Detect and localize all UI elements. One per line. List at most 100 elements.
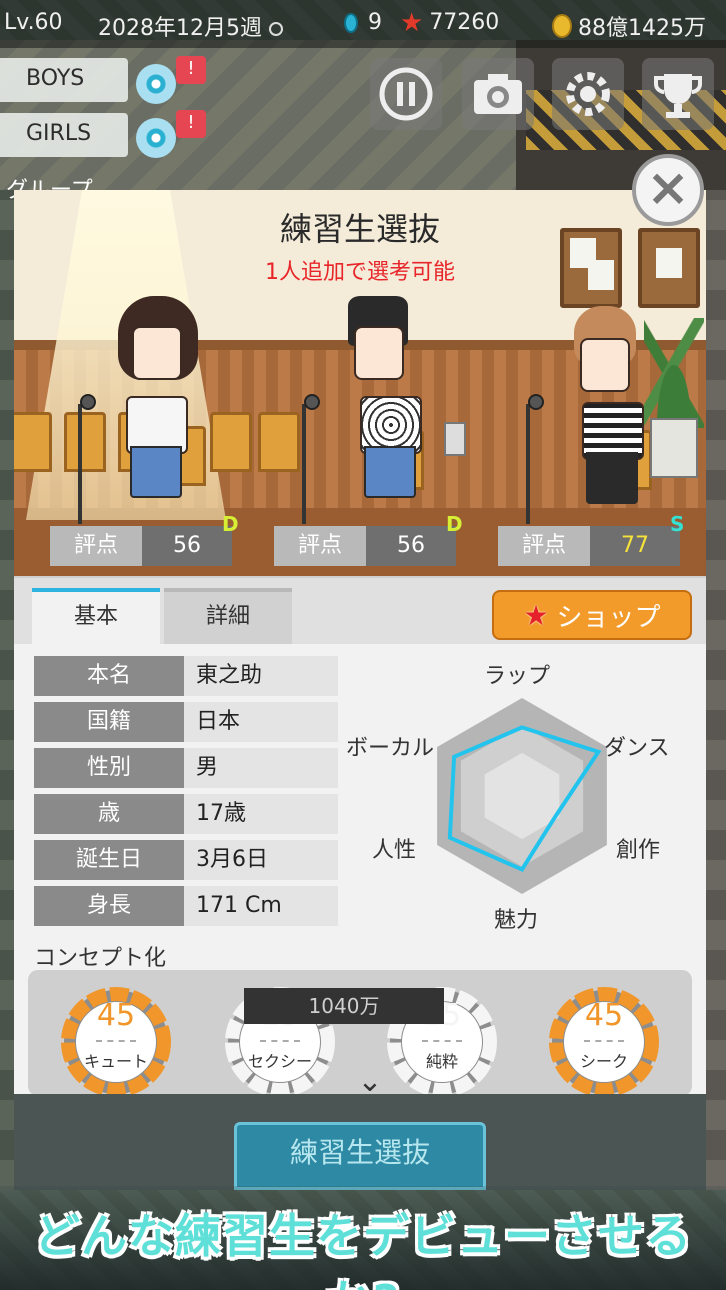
score-card-2: 評点 56 xyxy=(274,526,456,566)
info-value: 日本 xyxy=(184,702,338,742)
gold-count: 88億1425万 xyxy=(578,16,706,41)
notification-icon[interactable]: ! xyxy=(176,56,206,84)
concept-dial-chic[interactable]: 45 シーク xyxy=(542,980,666,1104)
mic-stand xyxy=(78,404,82,524)
info-row: 性別 男 xyxy=(34,748,338,788)
tab-bar: 基本 詳細 ★ ショップ xyxy=(14,576,706,646)
info-key: 国籍 xyxy=(34,702,184,742)
radar-label-human: 人性 xyxy=(372,838,417,863)
audition-stage: 練習生選抜 1人追加で選考可能 評点 56 D 評点 56 D 評点 77 S xyxy=(14,190,706,576)
microphone-icon xyxy=(528,394,544,410)
radar-label-charm: 魅力 xyxy=(494,908,539,933)
dialog-footer: 練習生選抜 xyxy=(14,1094,706,1190)
coin-icon xyxy=(552,14,572,38)
chair xyxy=(210,412,252,472)
right-edge-scenery xyxy=(704,190,726,1190)
shop-label: ショップ xyxy=(556,602,661,633)
star-icon: ★ xyxy=(400,7,424,38)
stats-radar: ラップ ダンス 創作 魅力 人性 ボーカル xyxy=(338,644,706,934)
grade-badge: D xyxy=(446,512,463,536)
corkboard-icon[interactable] xyxy=(638,228,700,308)
score-value: 77 xyxy=(590,526,680,566)
info-value: 17歳 xyxy=(184,794,338,834)
grade-badge: D xyxy=(222,512,239,536)
close-icon: × xyxy=(646,158,690,218)
side-menu-boys[interactable]: BOYS xyxy=(0,58,128,102)
info-row: 誕生日 3月6日 xyxy=(34,840,338,880)
info-key: 身長 xyxy=(34,886,184,926)
score-card-1: 評点 56 xyxy=(50,526,232,566)
gear-wrench-icon xyxy=(566,72,610,116)
shop-button[interactable]: ★ ショップ xyxy=(492,590,692,640)
radar-label-dance: ダンス xyxy=(604,736,670,761)
gem-icon xyxy=(344,12,358,33)
corkboard-icon[interactable] xyxy=(560,228,622,308)
cd-icon xyxy=(136,118,176,158)
date-text: 2028年12月5週 xyxy=(98,16,262,41)
radar-label-vocal: ボーカル xyxy=(346,736,435,761)
gold-counter: 88億1425万 xyxy=(552,10,706,42)
info-key: 誕生日 xyxy=(34,840,184,880)
camera-button[interactable] xyxy=(462,58,534,130)
info-value: 東之助 xyxy=(184,656,338,696)
chair xyxy=(14,412,52,472)
score-label: 評点 xyxy=(50,526,142,566)
dial-label: 純粋 xyxy=(425,1052,458,1071)
trophy-button[interactable] xyxy=(642,58,714,130)
info-row: 本名 東之助 xyxy=(34,656,338,696)
star-counter: ★ 77260 xyxy=(400,7,499,38)
notification-icon[interactable]: ! xyxy=(176,110,206,138)
wall-outlet xyxy=(444,422,466,456)
dial-label: シーク xyxy=(579,1052,628,1071)
tab-detail[interactable]: 詳細 xyxy=(164,588,292,646)
info-row: 歳 17歳 xyxy=(34,794,338,834)
concept-dial-cute[interactable]: 45 キュート xyxy=(54,980,178,1104)
dial-value: 45 xyxy=(584,998,624,1033)
info-value: 171 Cm xyxy=(184,886,338,926)
chair xyxy=(64,412,106,472)
settings-button[interactable] xyxy=(552,58,624,130)
level-label: Lv.60 xyxy=(4,10,63,35)
info-value: 3月6日 xyxy=(184,840,338,880)
dial-label: キュート xyxy=(83,1052,148,1071)
select-trainee-button[interactable]: 練習生選抜 xyxy=(234,1122,486,1190)
radar-label-create: 創作 xyxy=(616,838,661,863)
info-value: 男 xyxy=(184,748,338,788)
microphone-icon xyxy=(304,394,320,410)
status-bar: Lv.60 2028年12月5週 9 ★ 77260 88億1425万 xyxy=(0,0,726,48)
score-value: 56 xyxy=(142,526,232,566)
camera-icon xyxy=(474,74,522,114)
dial-value: 45 xyxy=(96,998,136,1033)
score-label: 評点 xyxy=(274,526,366,566)
tab-basic[interactable]: 基本 xyxy=(32,588,160,646)
cost-label: 1040万 xyxy=(244,988,444,1024)
trainee-selection-dialog: 練習生選抜 1人追加で選考可能 評点 56 D 評点 56 D 評点 77 S … xyxy=(14,190,706,1190)
concept-title: コンセプト化 xyxy=(34,946,167,971)
gem-counter: 9 xyxy=(344,10,382,35)
info-key: 歳 xyxy=(34,794,184,834)
score-label: 評点 xyxy=(498,526,590,566)
score-value: 56 xyxy=(366,526,456,566)
info-key: 本名 xyxy=(34,656,184,696)
mic-stand xyxy=(526,404,530,524)
pause-button[interactable] xyxy=(370,58,442,130)
gem-count: 9 xyxy=(368,10,382,35)
date-label: 2028年12月5週 xyxy=(98,10,283,42)
side-menu-girls[interactable]: GIRLS xyxy=(0,113,128,157)
radar-label-rap: ラップ xyxy=(484,664,551,689)
potted-plant xyxy=(644,318,704,488)
star-icon: ★ xyxy=(523,598,549,632)
clock-icon xyxy=(268,22,283,36)
chair xyxy=(258,412,300,472)
promo-caption: どんな練習生をデビューさせるか? xyxy=(34,1209,692,1290)
trophy-icon xyxy=(654,74,702,118)
cd-icon xyxy=(136,64,176,104)
score-card-3: 評点 77 xyxy=(498,526,680,566)
dial-label: セクシー xyxy=(247,1052,312,1071)
mic-stand xyxy=(302,404,306,524)
info-key: 性別 xyxy=(34,748,184,788)
info-row: 身長 171 Cm xyxy=(34,886,338,926)
info-row: 国籍 日本 xyxy=(34,702,338,742)
microphone-icon xyxy=(80,394,96,410)
close-button[interactable]: × xyxy=(632,154,704,226)
